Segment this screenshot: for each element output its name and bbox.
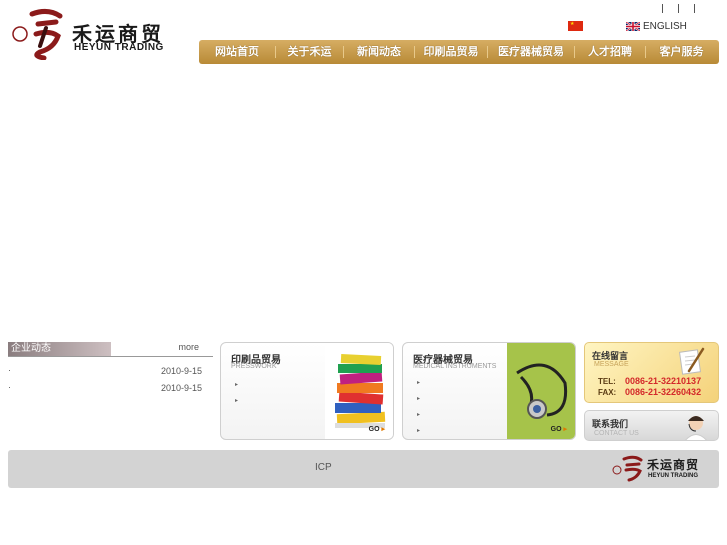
tel-number: 0086-21-32210137 xyxy=(625,376,702,386)
online-message-box[interactable]: 在线留言 MESSAGE TEL: 0086-21-32210137 FAX: … xyxy=(584,342,719,403)
china-flag-icon[interactable]: ★ xyxy=(568,21,583,31)
presswork-subtitle: PRESSWORK xyxy=(231,363,277,370)
news-header: 企业动态 more xyxy=(8,342,213,357)
english-language-link[interactable]: ENGLISH xyxy=(626,20,687,32)
nav-medical[interactable]: 医疗器械贸易 xyxy=(488,40,574,64)
nav-service[interactable]: 客户服务 xyxy=(646,40,717,64)
nav-news[interactable]: 新闻动态 xyxy=(344,40,414,64)
icp-text[interactable]: ICP xyxy=(315,462,332,473)
medical-box[interactable]: 医疗器械贸易 MEDICAL INSTRUMENTS ▸ ▸ ▸ ▸ GO ▸ xyxy=(402,342,576,440)
fax-label: FAX: xyxy=(598,388,617,397)
nav-jobs[interactable]: 人才招聘 xyxy=(575,40,645,64)
tel-label: TEL: xyxy=(598,377,616,386)
go-label: GO xyxy=(550,426,562,433)
footer-brand-cn: 禾运商贸 xyxy=(647,458,700,472)
go-button[interactable]: GO ▸ xyxy=(369,425,385,433)
list-arrow-icon[interactable]: ▸ xyxy=(417,427,420,434)
top-links-separators xyxy=(660,4,704,16)
list-arrow-icon[interactable]: ▸ xyxy=(417,395,420,402)
note-pen-icon xyxy=(678,347,705,375)
news-date: 2010-9-15 xyxy=(160,366,202,376)
contact-us-box[interactable]: 联系我们 CONTACT US xyxy=(584,410,719,441)
go-label: GO xyxy=(368,426,380,433)
news-date: 2010-9-15 xyxy=(160,383,202,393)
news-title: 企业动态 xyxy=(8,342,111,356)
footer-logo-mark-icon xyxy=(612,455,643,482)
logo[interactable]: 禾运商贸 HEYUN TRADING xyxy=(10,6,170,62)
news-item[interactable]: · 2010-9-15 xyxy=(8,380,213,397)
medical-subtitle: MEDICAL INSTRUMENTS xyxy=(413,363,497,370)
contact-title: 联系我们 xyxy=(592,420,629,430)
nav-about[interactable]: 关于禾运 xyxy=(276,40,343,64)
news-bullet: · xyxy=(8,365,11,375)
contact-subtitle: CONTACT US xyxy=(594,430,639,437)
support-agent-icon xyxy=(685,416,707,440)
logo-mark-icon xyxy=(12,8,63,60)
news-panel: 企业动态 more · 2010-9-15 · 2010-9-15 xyxy=(8,342,213,397)
list-arrow-icon[interactable]: ▸ xyxy=(417,411,420,418)
footer-brand-en: HEYUN TRADING xyxy=(648,473,699,479)
brand-name-en: HEYUN TRADING xyxy=(74,42,164,53)
main-nav: 网站首页 关于禾运 新闻动态 印刷品贸易 医疗器械贸易 人才招聘 客户服务 xyxy=(199,40,719,64)
list-arrow-icon[interactable]: ▸ xyxy=(235,397,238,404)
uk-flag-icon xyxy=(626,21,640,31)
footer-logo: 禾运商贸 HEYUN TRADING xyxy=(611,454,707,484)
message-subtitle: MESSAGE xyxy=(594,361,629,368)
go-arrow-icon: ▸ xyxy=(563,426,567,433)
fax-number: 0086-21-32260432 xyxy=(625,387,702,397)
nav-home[interactable]: 网站首页 xyxy=(199,40,275,64)
go-button[interactable]: GO ▸ xyxy=(551,425,567,433)
flag-star-icon: ★ xyxy=(570,21,575,27)
go-arrow-icon: ▸ xyxy=(381,426,385,433)
presswork-box[interactable]: 印刷品贸易 PRESSWORK ▸ ▸ GO ▸ xyxy=(220,342,394,440)
english-label: ENGLISH xyxy=(643,20,687,32)
footer: ICP 禾运商贸 HEYUN TRADING xyxy=(8,450,719,488)
list-arrow-icon[interactable]: ▸ xyxy=(417,379,420,386)
news-item[interactable]: · 2010-9-15 xyxy=(8,363,213,380)
news-bullet: · xyxy=(8,382,11,392)
news-more-link[interactable]: more xyxy=(178,342,199,352)
list-arrow-icon[interactable]: ▸ xyxy=(235,381,238,388)
nav-presswork[interactable]: 印刷品贸易 xyxy=(415,40,487,64)
